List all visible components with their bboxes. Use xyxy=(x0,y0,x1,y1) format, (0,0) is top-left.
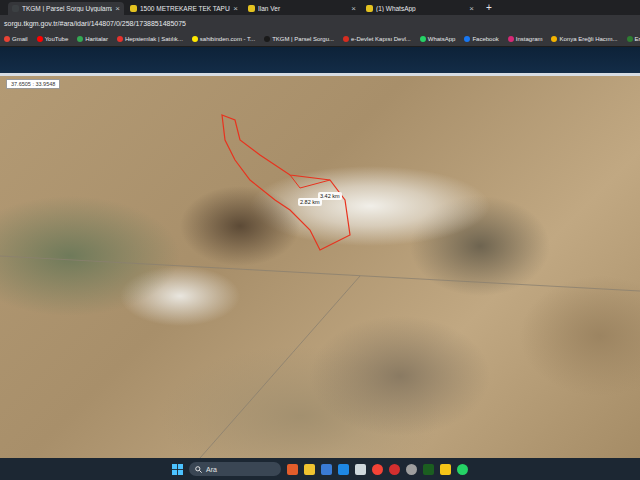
taskbar-app-icon[interactable] xyxy=(321,464,332,475)
coordinate-display: 37.6505 : 33.9548 xyxy=(6,79,60,89)
bookmark[interactable]: YouTube xyxy=(37,36,69,42)
url-text[interactable]: sorgu.tkgm.gov.tr/#ara/idari/144807/0/25… xyxy=(4,20,186,27)
bookmark[interactable]: Haritalar xyxy=(77,36,108,42)
bookmark[interactable]: Instagram xyxy=(508,36,543,42)
address-bar[interactable]: sorgu.tkgm.gov.tr/#ara/idari/144807/0/25… xyxy=(0,15,640,31)
bookmark[interactable]: WhatsApp xyxy=(420,36,456,42)
tab-label: İlan Ver xyxy=(258,5,348,12)
taskbar-app-icon[interactable] xyxy=(304,464,315,475)
taskbar-search[interactable]: Ara xyxy=(189,462,281,476)
tab-label: 1500 METREKARE TEK TAPULI K xyxy=(140,5,230,12)
taskbar-app-icon[interactable] xyxy=(372,464,383,475)
taskbar-app-icon[interactable] xyxy=(440,464,451,475)
bookmark-favicon-icon xyxy=(508,36,514,42)
bookmarks-bar: Gmail YouTube Haritalar Hepsiemlak | Satılı… xyxy=(0,31,640,47)
bookmark-favicon-icon xyxy=(551,36,557,42)
bookmark[interactable]: TKGM | Parsel Sorgu... xyxy=(264,36,334,42)
favicon-icon xyxy=(130,5,137,12)
tab-bar: TKGM | Parsel Sorgu Uygulamas×1500 METRE… xyxy=(0,0,640,15)
parcel-outline-icon xyxy=(0,76,640,458)
favicon-icon xyxy=(366,5,373,12)
bookmark[interactable]: Facebook xyxy=(464,36,498,42)
site-header xyxy=(0,47,640,76)
bookmark-favicon-icon xyxy=(264,36,270,42)
taskbar: Ara xyxy=(0,458,640,480)
taskbar-app-icon[interactable] xyxy=(457,464,468,475)
satellite-map[interactable]: 37.6505 : 33.95482.82 km3.42 km xyxy=(0,76,640,458)
measurement-label: 3.42 km xyxy=(318,192,342,200)
browser-tab[interactable]: 1500 METREKARE TEK TAPULI K× xyxy=(126,2,242,15)
bookmark-favicon-icon xyxy=(77,36,83,42)
bookmark-favicon-icon xyxy=(420,36,426,42)
tab-close-button[interactable]: × xyxy=(351,4,356,13)
tab-close-button[interactable]: × xyxy=(233,4,238,13)
bookmark[interactable]: sahibinden.com - T... xyxy=(192,36,255,42)
bookmark-favicon-icon xyxy=(37,36,43,42)
tab-close-button[interactable]: × xyxy=(115,4,120,13)
bookmark-favicon-icon xyxy=(4,36,10,42)
browser-tab[interactable]: (1) WhatsApp× xyxy=(362,2,478,15)
bookmark[interactable]: Hepsiemlak | Satılık... xyxy=(117,36,183,42)
bookmark-favicon-icon xyxy=(464,36,470,42)
taskbar-app-icon[interactable] xyxy=(423,464,434,475)
bookmark[interactable]: Konya Ereğli Hacım... xyxy=(551,36,617,42)
browser-tab[interactable]: TKGM | Parsel Sorgu Uygulamas× xyxy=(8,2,124,15)
taskbar-app-icon[interactable] xyxy=(338,464,349,475)
new-tab-button[interactable]: + xyxy=(480,2,498,13)
browser-tab[interactable]: İlan Ver× xyxy=(244,2,360,15)
bookmark[interactable]: Ereğli Belediyesi xyxy=(627,36,640,42)
bookmark-favicon-icon xyxy=(343,36,349,42)
taskbar-app-icon[interactable] xyxy=(355,464,366,475)
taskbar-app-icon[interactable] xyxy=(406,464,417,475)
tab-label: (1) WhatsApp xyxy=(376,5,466,12)
bookmark-favicon-icon xyxy=(117,36,123,42)
taskbar-app-icon[interactable] xyxy=(389,464,400,475)
browser-window: TKGM | Parsel Sorgu Uygulamas×1500 METRE… xyxy=(0,0,640,480)
taskbar-app-icon[interactable] xyxy=(287,464,298,475)
search-icon xyxy=(195,466,202,473)
tab-close-button[interactable]: × xyxy=(469,4,474,13)
bookmark[interactable]: Gmail xyxy=(4,36,28,42)
bookmark-favicon-icon xyxy=(192,36,198,42)
windows-start-icon[interactable] xyxy=(172,464,183,475)
favicon-icon xyxy=(12,5,19,12)
bookmark[interactable]: e-Devlet Kapısı Devl... xyxy=(343,36,411,42)
favicon-icon xyxy=(248,5,255,12)
tab-label: TKGM | Parsel Sorgu Uygulamas xyxy=(22,5,112,12)
bookmark-favicon-icon xyxy=(627,36,633,42)
